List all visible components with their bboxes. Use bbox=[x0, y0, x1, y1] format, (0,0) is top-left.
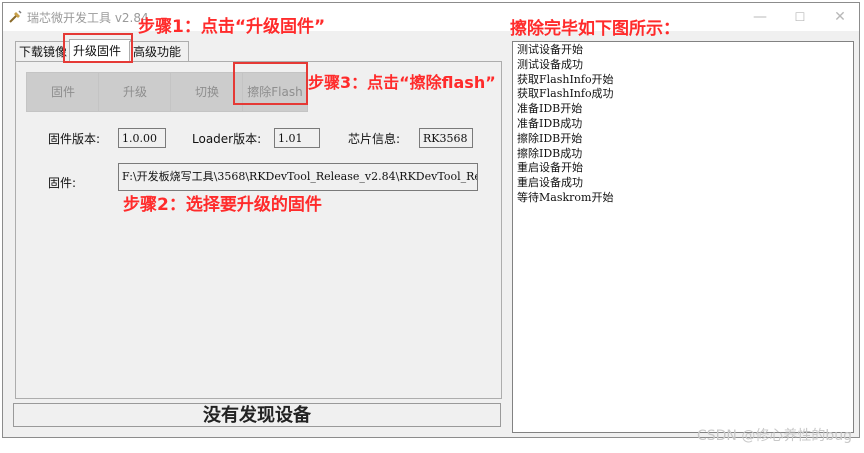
log-line: 重启设备成功 bbox=[517, 176, 583, 190]
firmware-path-field[interactable]: F:\开发板烧写工具\3568\RKDevTool_Release_v2.84\… bbox=[118, 163, 478, 191]
step1-annotation: 步骤1：点击“升级固件” bbox=[138, 17, 326, 37]
log-panel[interactable]: 测试设备开始 测试设备成功 获取FlashInfo开始 获取FlashInfo成… bbox=[512, 41, 854, 433]
minimize-icon[interactable]: — bbox=[745, 7, 775, 27]
firmware-version-label: 固件版本: bbox=[48, 132, 101, 146]
status-bar: 没有发现设备 bbox=[13, 403, 501, 427]
upgrade-firmware-panel: 固件 升级 切换 擦除Flash 固件版本: 1.0.00 Loader版本: … bbox=[15, 61, 502, 399]
step2-annotation: 步骤2：选择要升级的固件 bbox=[123, 195, 322, 215]
log-line: 测试设备成功 bbox=[517, 57, 583, 71]
log-line: 擦除IDB开始 bbox=[517, 131, 583, 145]
app-window: 瑞芯微开发工具 v2.84 — ☐ ✕ 下载镜像 升级固件 高级功能 固件 升级… bbox=[2, 2, 860, 438]
log-line: 擦除IDB成功 bbox=[517, 146, 583, 160]
window-title: 瑞芯微开发工具 v2.84 bbox=[27, 11, 149, 25]
log-line: 获取FlashInfo开始 bbox=[517, 72, 614, 86]
erase-done-annotation: 擦除完毕如下图所示： bbox=[510, 19, 680, 39]
close-icon[interactable]: ✕ bbox=[825, 7, 855, 27]
log-line: 准备IDB开始 bbox=[517, 102, 583, 116]
device-status-text: 没有发现设备 bbox=[203, 405, 311, 426]
tab-advanced-functions[interactable]: 高级功能 bbox=[129, 41, 189, 62]
loader-version-field: 1.01 bbox=[274, 128, 320, 148]
log-line: 等待Maskrom开始 bbox=[517, 190, 614, 204]
firmware-version-field: 1.0.00 bbox=[118, 128, 166, 148]
firmware-path-label: 固件: bbox=[48, 176, 77, 190]
step3-annotation: 步骤3：点击“擦除flash” bbox=[308, 73, 496, 92]
upgrade-button[interactable]: 升级 bbox=[98, 72, 172, 112]
step1-highlight-box bbox=[63, 33, 133, 63]
chip-info-field: RK3568 bbox=[419, 128, 473, 148]
log-line: 重启设备开始 bbox=[517, 161, 583, 175]
chip-info-label: 芯片信息: bbox=[348, 132, 401, 146]
maximize-icon[interactable]: ☐ bbox=[785, 7, 815, 27]
title-bar[interactable]: 瑞芯微开发工具 v2.84 — ☐ ✕ bbox=[3, 3, 859, 31]
log-line: 获取FlashInfo成功 bbox=[517, 87, 614, 101]
watermark: CSDN @修心养性的bug bbox=[696, 428, 852, 444]
firmware-button[interactable]: 固件 bbox=[26, 72, 100, 112]
loader-version-label: Loader版本: bbox=[192, 132, 262, 146]
log-line: 准备IDB成功 bbox=[517, 116, 583, 130]
log-line: 测试设备开始 bbox=[517, 43, 583, 56]
tool-icon bbox=[9, 10, 22, 23]
step3-highlight-box bbox=[233, 62, 308, 105]
